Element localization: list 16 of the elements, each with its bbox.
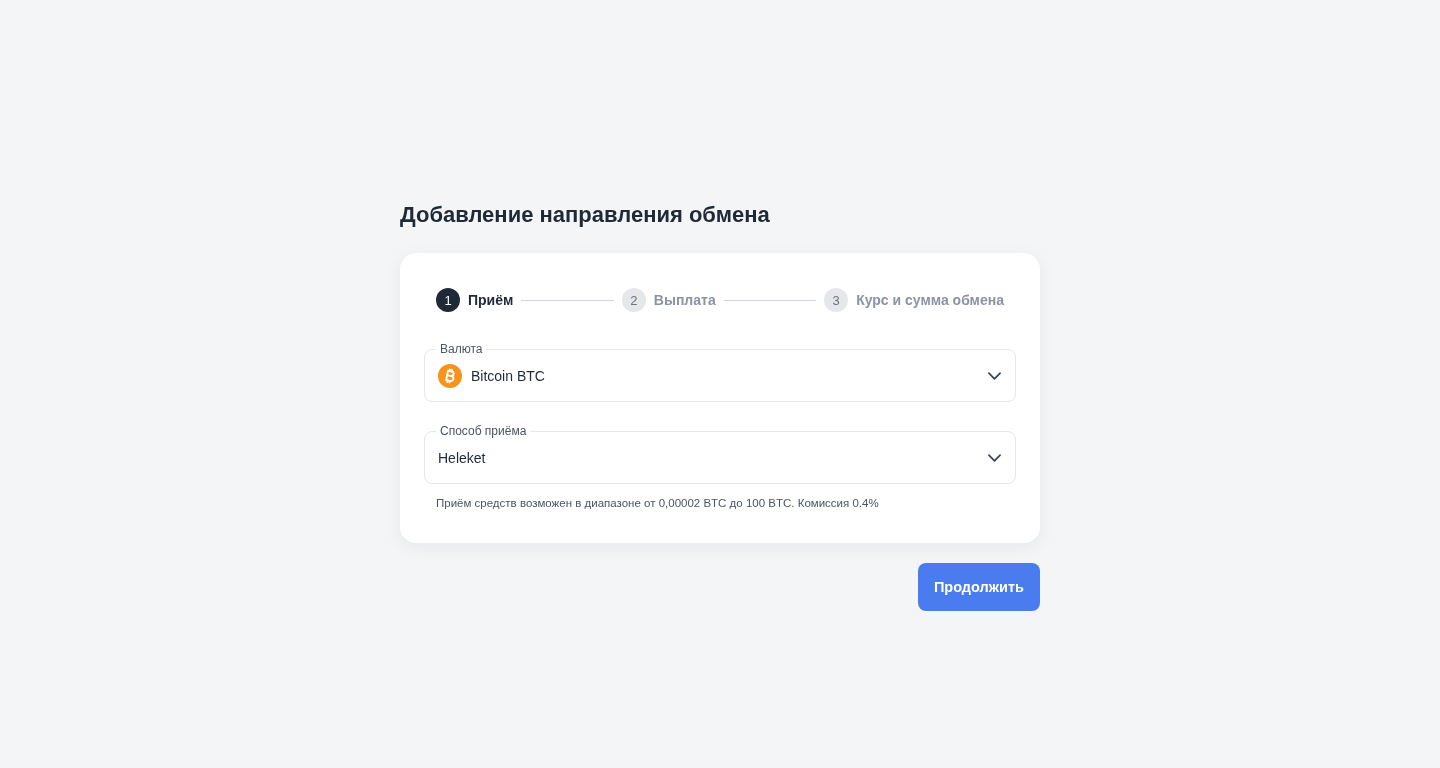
hint-text: Приём средств возможен в диапазоне от 0,00002 BTC до 100 BTC. Комиссия 0.4% [436,496,880,511]
continue-button[interactable]: Продолжить [917,563,1040,611]
field-value: Heleket [438,449,487,466]
step-number: 3 [824,288,849,312]
field-value: Bitcoin BTC [471,367,546,384]
step-label: Курс и сумма обмена [856,292,1004,308]
field-label: Валюта [436,342,487,356]
step-number: 1 [436,288,460,312]
chevron-down-icon [988,453,1001,462]
step-label: Приём [468,292,514,308]
bitcoin-icon [438,363,462,388]
chevron-down-icon [988,371,1001,380]
step-label: Выплата [653,292,716,308]
field-label: Способ приёма [436,424,531,438]
step-number: 2 [621,288,646,312]
page-title: Добавление направления обмена [400,201,770,229]
